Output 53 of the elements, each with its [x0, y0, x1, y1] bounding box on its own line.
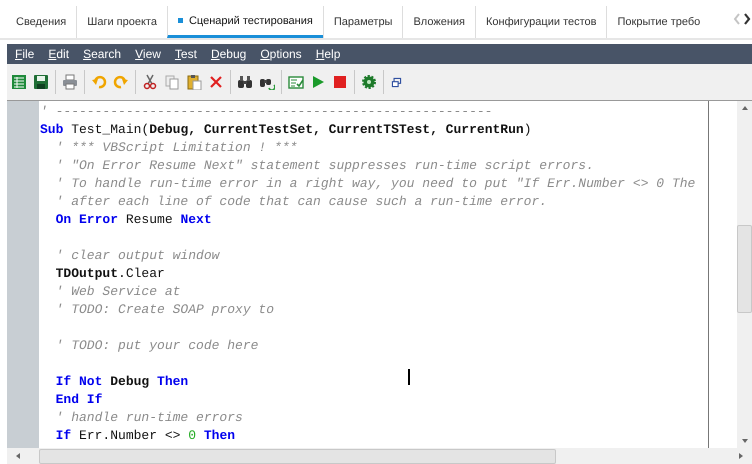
tab[interactable]: Сведения [6, 6, 76, 38]
code-line: ' To handle run-time error in a right way, you need to put "If Err.Number <> 0 The [54, 176, 696, 191]
tab[interactable]: Конфигурации тестов [475, 6, 606, 38]
menu-item[interactable]: Test [168, 47, 205, 61]
cut-icon[interactable] [142, 74, 158, 90]
play-icon[interactable] [310, 74, 326, 90]
tab[interactable]: Шаги проекта [76, 6, 167, 38]
tab[interactable]: Параметры [322, 6, 402, 38]
code-line: On Error Resume Next [54, 212, 212, 227]
text-cursor [408, 369, 410, 385]
menu-item[interactable]: File [9, 47, 42, 61]
code-line: ' TODO: Create SOAP proxy to [54, 302, 274, 317]
save-icon[interactable] [33, 74, 49, 90]
stop-icon[interactable] [332, 74, 348, 90]
menu-item[interactable]: Edit [42, 47, 78, 61]
code-editor[interactable] [39, 101, 737, 448]
code-line: ' Web Service at [54, 284, 180, 299]
code-line: Sub Test_Main(Debug, CurrentTestSet, CurrentTSTest, CurrentRun) [40, 122, 532, 137]
code-line: If Not Debug Then [54, 374, 188, 389]
menu-item[interactable]: Debug [204, 47, 254, 61]
scroll-thumb[interactable] [737, 225, 752, 313]
code-line: ' TODO: put your code here [54, 338, 258, 353]
code-line: TDOutput.Clear [54, 266, 165, 281]
menu-item[interactable]: View [129, 47, 169, 61]
paste-icon[interactable] [186, 74, 202, 90]
tab[interactable]: Вложения [402, 6, 475, 38]
checklist-icon[interactable] [288, 74, 304, 90]
code-line: ' after each line of code that can cause such a run-time error. [54, 194, 548, 209]
scroll-thumb[interactable] [39, 448, 556, 464]
binoculars-icon[interactable] [237, 74, 253, 90]
print-icon[interactable] [62, 74, 78, 90]
tab[interactable]: Сценарий тестирования [166, 6, 323, 38]
scroll-down-icon[interactable] [740, 438, 748, 444]
scroll-right-icon[interactable] [738, 452, 744, 460]
code-line: ' -------------------------------------------------------- [40, 104, 492, 119]
code-line: If Err.Number <> 0 Then [54, 428, 236, 443]
gear-icon[interactable] [361, 74, 377, 90]
copy-icon[interactable] [164, 74, 180, 90]
scroll-left-icon[interactable] [15, 452, 21, 460]
menu-item[interactable]: Options [254, 47, 310, 61]
table-icon[interactable] [11, 74, 27, 90]
code-line: ' clear output window [54, 248, 220, 263]
code-line: ' *** VBScript Limitation ! *** [54, 140, 298, 155]
menu-item[interactable]: Help [310, 47, 348, 61]
code-line: End If [54, 392, 102, 407]
menu-item[interactable]: Search [77, 47, 130, 61]
code-line: ' "On Error Resume Next" statement suppresses run-time script errors. [54, 158, 594, 173]
chevron-right-icon[interactable] [743, 13, 751, 25]
delete-icon[interactable] [208, 74, 224, 90]
tab[interactable]: Покрытие требо [606, 6, 710, 38]
window-icon[interactable] [390, 76, 403, 88]
code-line: ' handle run-time errors [54, 410, 243, 425]
scroll-up-icon[interactable] [740, 105, 748, 111]
